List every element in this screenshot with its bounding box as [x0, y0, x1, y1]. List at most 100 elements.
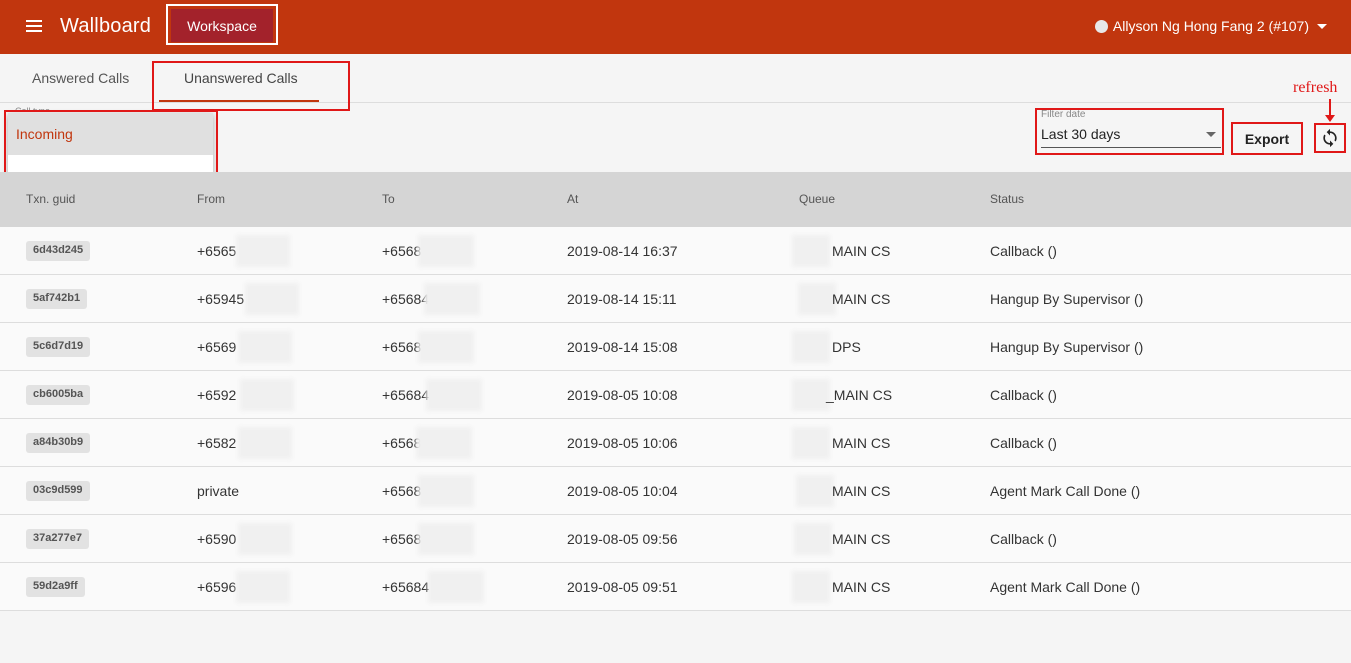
- table-row[interactable]: 6d43d245 +6565 +6568 2019-08-14 16:37 MAIN C…: [0, 227, 1351, 275]
- redacted-blur: [792, 331, 830, 363]
- table-row[interactable]: 03c9d599 private +6568 2019-08-05 10:04 MAIN…: [0, 467, 1351, 515]
- cell-from: +6582: [197, 435, 237, 451]
- redacted-blur: [236, 235, 290, 267]
- cell-status: Callback (): [990, 435, 1057, 451]
- header-at[interactable]: At: [567, 192, 578, 206]
- table-row[interactable]: 5af742b1 +65945 +65684 2019-08-14 15:11 MAIN…: [0, 275, 1351, 323]
- cell-status: Callback (): [990, 387, 1057, 403]
- txn-guid-chip: 6d43d245: [26, 241, 91, 261]
- cell-at: 2019-08-14 15:11: [567, 291, 677, 307]
- redacted-blur: [418, 331, 474, 363]
- txn-guid-chip: 03c9d599: [26, 481, 90, 501]
- cell-to: +6568: [382, 243, 422, 259]
- cell-status: Callback (): [990, 243, 1057, 259]
- txn-guid-chip: cb6005ba: [26, 385, 91, 405]
- cell-at: 2019-08-05 10:06: [567, 435, 678, 451]
- user-name: Allyson Ng Hong Fang 2 (#107): [1112, 18, 1309, 34]
- cell-queue: MAIN CS: [832, 243, 891, 259]
- redacted-blur: [236, 571, 290, 603]
- cell-from: +65945: [197, 291, 245, 307]
- cell-queue: DPS: [832, 339, 861, 355]
- redacted-blur: [792, 379, 830, 411]
- table-row[interactable]: a84b30b9 +6582 +6568 2019-08-05 10:06 MAIN C…: [0, 419, 1351, 467]
- cell-at: 2019-08-14 15:08: [567, 339, 678, 355]
- header-guid[interactable]: Txn. guid: [26, 192, 75, 206]
- cell-status: Agent Mark Call Done (): [990, 483, 1141, 499]
- redacted-blur: [416, 427, 472, 459]
- redacted-blur: [428, 571, 484, 603]
- cell-at: 2019-08-14 16:37: [567, 243, 678, 259]
- cell-at: 2019-08-05 10:04: [567, 483, 678, 499]
- cell-to: +6568: [382, 339, 422, 355]
- cell-from: +6592: [197, 387, 237, 403]
- redacted-blur: [798, 283, 836, 315]
- annotation-arrow-head: [1325, 115, 1335, 122]
- refresh-icon: [1323, 128, 1337, 148]
- cell-status: Hangup By Supervisor (): [990, 291, 1144, 307]
- unanswered-tab-highlight-box: [152, 61, 350, 111]
- cell-queue: MAIN CS: [832, 531, 891, 547]
- cell-status: Callback (): [990, 531, 1057, 547]
- cell-to: +65684: [382, 579, 430, 595]
- export-button[interactable]: Export: [1231, 122, 1303, 155]
- redacted-blur: [796, 475, 834, 507]
- cell-queue: MAIN CS: [832, 579, 891, 595]
- txn-guid-chip: a84b30b9: [26, 433, 91, 453]
- redacted-blur: [424, 283, 480, 315]
- redacted-blur: [245, 283, 299, 315]
- cell-to: +65684: [382, 291, 430, 307]
- redacted-blur: [418, 475, 474, 507]
- cell-from: +6596: [197, 579, 237, 595]
- redacted-blur: [418, 523, 474, 555]
- tab-answered-calls[interactable]: Answered Calls: [32, 70, 129, 86]
- cell-queue: MAIN CS: [832, 483, 891, 499]
- cell-at: 2019-08-05 09:56: [567, 531, 678, 547]
- user-menu[interactable]: Allyson Ng Hong Fang 2 (#107): [1094, 18, 1327, 34]
- cell-from: +6569: [197, 339, 237, 355]
- cell-to: +65684: [382, 387, 430, 403]
- cell-to: +6568: [382, 531, 422, 547]
- header-from[interactable]: From: [197, 192, 225, 206]
- refresh-annotation: refresh: [1293, 79, 1338, 96]
- redacted-blur: [794, 523, 832, 555]
- cell-status: Agent Mark Call Done (): [990, 579, 1141, 595]
- menu-icon[interactable]: [26, 20, 42, 32]
- txn-guid-chip: 5af742b1: [26, 289, 88, 309]
- table-row[interactable]: 5c6d7d19 +6569 +6568 2019-08-14 15:08 DPS Han…: [0, 323, 1351, 371]
- cell-from: +6590: [197, 531, 237, 547]
- redacted-blur: [240, 379, 294, 411]
- workspace-button[interactable]: Workspace: [171, 9, 273, 42]
- redacted-blur: [238, 331, 292, 363]
- cell-status: Hangup By Supervisor (): [990, 339, 1144, 355]
- cell-queue: _MAIN CS: [826, 387, 893, 403]
- redacted-blur: [426, 379, 482, 411]
- cell-at: 2019-08-05 10:08: [567, 387, 678, 403]
- status-dot-icon: [1094, 19, 1108, 33]
- cell-from: private: [197, 483, 240, 499]
- txn-guid-chip: 5c6d7d19: [26, 337, 91, 357]
- cell-queue: MAIN CS: [832, 291, 891, 307]
- cell-queue: MAIN CS: [832, 435, 891, 451]
- app-title: Wallboard: [60, 15, 152, 37]
- table-row[interactable]: 37a277e7 +6590 +6568 2019-08-05 09:56 MAIN C…: [0, 515, 1351, 563]
- txn-guid-chip: 37a277e7: [26, 529, 89, 549]
- filter-date-highlight-box: [1035, 108, 1224, 155]
- redacted-blur: [792, 427, 830, 459]
- refresh-button[interactable]: [1314, 123, 1346, 153]
- redacted-blur: [418, 235, 474, 267]
- table-header: Txn. guid From To At Queue Status: [0, 172, 1351, 227]
- header-status[interactable]: Status: [990, 192, 1024, 206]
- redacted-blur: [792, 235, 830, 267]
- redacted-blur: [238, 523, 292, 555]
- header-to[interactable]: To: [382, 192, 395, 206]
- table-row[interactable]: 59d2a9ff +6596 +65684 2019-08-05 09:51 MAIN …: [0, 563, 1351, 611]
- redacted-blur: [238, 427, 292, 459]
- header-queue[interactable]: Queue: [799, 192, 835, 206]
- table-row[interactable]: cb6005ba +6592 +65684 2019-08-05 10:08 _MAIN…: [0, 371, 1351, 419]
- cell-at: 2019-08-05 09:51: [567, 579, 678, 595]
- redacted-blur: [792, 571, 830, 603]
- txn-guid-chip: 59d2a9ff: [26, 577, 85, 597]
- caret-down-icon: [1317, 23, 1327, 29]
- cell-to: +6568: [382, 483, 422, 499]
- app-bar: Wallboard Workspace Allyson Ng Hong Fang…: [0, 0, 1351, 54]
